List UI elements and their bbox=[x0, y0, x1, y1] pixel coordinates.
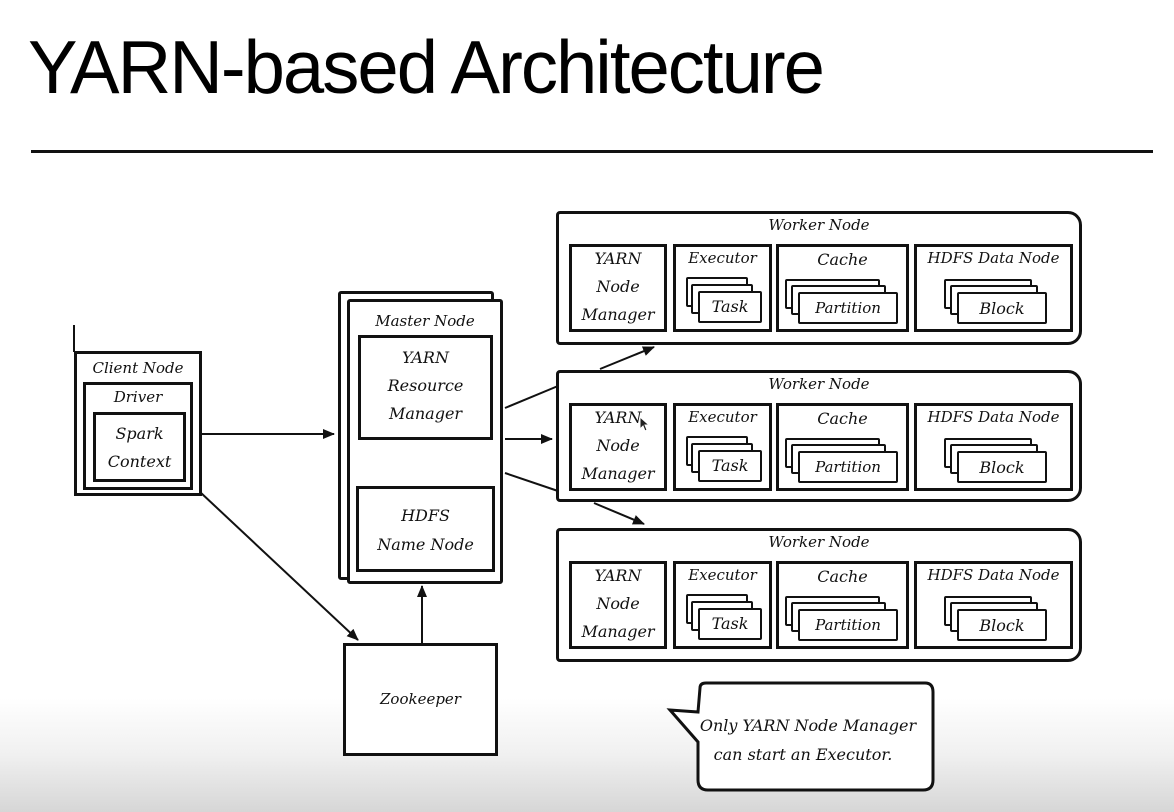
cache-label: Cache bbox=[817, 567, 868, 586]
block-card: Block bbox=[957, 451, 1047, 483]
executor-label: Executor bbox=[688, 408, 757, 426]
partition-label: Partition bbox=[815, 616, 881, 634]
executor-box: Executor Task bbox=[673, 244, 772, 332]
node-manager-line3: Manager bbox=[581, 464, 655, 483]
spark-context-label-line2: Context bbox=[107, 452, 172, 471]
task-card: Task bbox=[698, 608, 762, 640]
hdfs-data-node: HDFS Data Node Block bbox=[914, 403, 1073, 491]
driver-box: Driver Spark Context bbox=[83, 382, 193, 490]
partition-label: Partition bbox=[815, 299, 881, 317]
node-manager-line1: YARN bbox=[594, 249, 642, 268]
partition-card: Partition bbox=[798, 451, 898, 483]
worker-node: Worker Node YARN Node Manager Executor T… bbox=[556, 370, 1082, 502]
block-label: Block bbox=[979, 616, 1025, 635]
hdfs-data-node: HDFS Data Node Block bbox=[914, 244, 1073, 332]
partition-card: Partition bbox=[798, 292, 898, 324]
arrow-master-to-worker1-a bbox=[504, 385, 559, 409]
yarn-node-manager: YARN Node Manager bbox=[569, 561, 667, 649]
hdfs-name-node: HDFS Name Node bbox=[356, 486, 495, 572]
zookeeper-box: Zookeeper bbox=[343, 643, 498, 756]
callout-text-line1: Only YARN Node Manager bbox=[699, 716, 917, 735]
mouse-pointer-icon bbox=[639, 416, 651, 432]
callout-text-line2: can start an Executor. bbox=[713, 745, 893, 764]
callout-shape bbox=[666, 681, 935, 792]
partition-card: Partition bbox=[798, 609, 898, 641]
client-node-title: Client Node bbox=[92, 359, 184, 377]
namenode-label-line1: HDFS bbox=[401, 506, 450, 525]
task-label: Task bbox=[711, 614, 749, 633]
node-manager-line2: Node bbox=[596, 594, 640, 613]
data-node-label: HDFS Data Node bbox=[927, 408, 1060, 426]
executor-label: Executor bbox=[688, 249, 757, 267]
driver-label: Driver bbox=[113, 388, 163, 406]
zookeeper-label: Zookeeper bbox=[380, 690, 461, 708]
yarn-node-manager: YARN Node Manager bbox=[569, 403, 667, 491]
block-card: Block bbox=[957, 609, 1047, 641]
slide-title: YARN-based Architecture bbox=[28, 25, 825, 109]
node-manager-line3: Manager bbox=[581, 305, 655, 324]
worker-node-title: Worker Node bbox=[768, 533, 870, 551]
spark-context-box: Spark Context bbox=[93, 412, 186, 482]
title-divider bbox=[31, 150, 1153, 153]
node-manager-line1: YARN bbox=[594, 566, 642, 585]
rm-label-line1: YARN bbox=[402, 348, 449, 367]
node-manager-line3: Manager bbox=[581, 622, 655, 641]
rm-label-line3: Manager bbox=[388, 404, 463, 423]
arrow-client-to-zookeeper bbox=[199, 491, 359, 641]
client-node: Client Node Driver Spark Context bbox=[74, 351, 202, 496]
arrow-master-to-worker3-b bbox=[593, 502, 645, 525]
cache-label: Cache bbox=[817, 409, 868, 428]
yarn-resource-manager: YARN Resource Manager bbox=[358, 335, 493, 440]
worker-node-title: Worker Node bbox=[768, 375, 870, 393]
yarn-node-manager: YARN Node Manager bbox=[569, 244, 667, 332]
hdfs-data-node: HDFS Data Node Block bbox=[914, 561, 1073, 649]
worker-node: Worker Node YARN Node Manager Executor T… bbox=[556, 528, 1082, 662]
task-card: Task bbox=[698, 291, 762, 323]
block-label: Block bbox=[979, 299, 1025, 318]
cache-box: Cache Partition bbox=[776, 561, 909, 649]
executor-label: Executor bbox=[688, 566, 757, 584]
task-label: Task bbox=[711, 297, 749, 316]
data-node-label: HDFS Data Node bbox=[927, 249, 1060, 267]
rm-label-line2: Resource bbox=[387, 376, 464, 395]
executor-box: Executor Task bbox=[673, 403, 772, 491]
node-manager-line2: Node bbox=[596, 436, 640, 455]
master-node: Master Node YARN Resource Manager HDFS N… bbox=[347, 299, 503, 584]
namenode-label-line2: Name Node bbox=[377, 535, 474, 554]
master-node-title: Master Node bbox=[375, 312, 475, 330]
task-card: Task bbox=[698, 450, 762, 482]
block-card: Block bbox=[957, 292, 1047, 324]
arrow-master-to-worker3-a bbox=[504, 472, 559, 492]
worker-node-title: Worker Node bbox=[768, 216, 870, 234]
partition-label: Partition bbox=[815, 458, 881, 476]
arrow-master-to-worker1-b bbox=[599, 346, 655, 370]
cache-label: Cache bbox=[817, 250, 868, 269]
cache-box: Cache Partition bbox=[776, 244, 909, 332]
executor-box: Executor Task bbox=[673, 561, 772, 649]
task-label: Task bbox=[711, 456, 749, 475]
block-label: Block bbox=[979, 458, 1025, 477]
worker-node: Worker Node YARN Node Manager Executor T… bbox=[556, 211, 1082, 345]
node-manager-line2: Node bbox=[596, 277, 640, 296]
spark-context-label-line1: Spark bbox=[115, 424, 164, 443]
data-node-label: HDFS Data Node bbox=[927, 566, 1060, 584]
cache-box: Cache Partition bbox=[776, 403, 909, 491]
